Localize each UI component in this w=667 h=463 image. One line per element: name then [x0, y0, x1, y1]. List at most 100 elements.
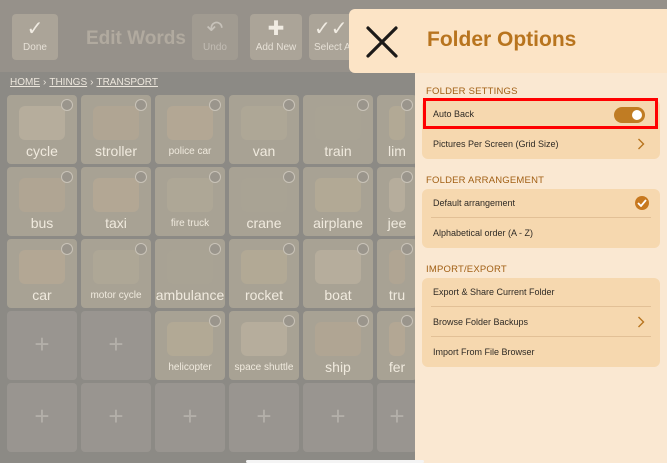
word-cell[interactable]: space shuttle — [229, 311, 299, 380]
import-file-browser-row[interactable]: Import From File Browser — [422, 338, 660, 367]
word-cell[interactable]: jee — [377, 167, 417, 236]
plus-icon: ✚ — [267, 18, 285, 40]
word-cell[interactable]: airplane — [303, 167, 373, 236]
select-radio[interactable] — [135, 243, 147, 255]
word-cell[interactable]: rocket — [229, 239, 299, 308]
word-label: car — [32, 287, 52, 303]
select-radio[interactable] — [209, 243, 221, 255]
plus-icon: + — [330, 401, 346, 431]
word-cell[interactable]: tru — [377, 239, 417, 308]
select-radio[interactable] — [209, 171, 221, 183]
word-cell[interactable]: helicopter — [155, 311, 225, 380]
export-share-row[interactable]: Export & Share Current Folder — [422, 278, 660, 307]
word-cell[interactable]: ambulance — [155, 239, 225, 308]
word-label: cycle — [26, 143, 58, 159]
word-picture — [19, 250, 65, 284]
browse-backups-label: Browse Folder Backups — [433, 317, 529, 327]
pictures-per-screen-row[interactable]: Pictures Per Screen (Grid Size) — [422, 130, 660, 159]
empty-cell[interactable]: + — [81, 383, 151, 452]
word-cell[interactable]: cycle — [7, 95, 77, 164]
empty-cell[interactable]: + — [155, 383, 225, 452]
word-cell[interactable]: car — [7, 239, 77, 308]
default-arrangement-row[interactable]: Default arrangement — [422, 189, 660, 218]
select-radio[interactable] — [283, 99, 295, 111]
select-radio[interactable] — [283, 171, 295, 183]
select-radio[interactable] — [283, 243, 295, 255]
word-cell[interactable]: train — [303, 95, 373, 164]
word-label: fer — [388, 359, 406, 375]
word-picture — [241, 178, 287, 212]
word-label: ship — [325, 359, 351, 375]
word-cell[interactable]: crane — [229, 167, 299, 236]
alphabetical-order-label: Alphabetical order (A - Z) — [433, 228, 534, 238]
word-cell[interactable]: bus — [7, 167, 77, 236]
empty-cell[interactable]: + — [7, 383, 77, 452]
word-cell[interactable]: police car — [155, 95, 225, 164]
select-radio[interactable] — [61, 99, 73, 111]
select-radio[interactable] — [357, 315, 369, 327]
browse-backups-row[interactable]: Browse Folder Backups — [422, 308, 660, 337]
word-cell[interactable]: fire truck — [155, 167, 225, 236]
select-radio[interactable] — [209, 99, 221, 111]
select-radio[interactable] — [283, 315, 295, 327]
select-radio[interactable] — [135, 171, 147, 183]
add-new-button[interactable]: ✚ Add New — [250, 14, 302, 60]
select-radio[interactable] — [401, 99, 413, 111]
word-label: tru — [388, 287, 406, 303]
word-picture — [241, 250, 287, 284]
select-radio[interactable] — [61, 171, 73, 183]
breadcrumb-home[interactable]: HOME — [10, 77, 40, 88]
word-label: police car — [168, 146, 212, 157]
word-cell[interactable]: stroller — [81, 95, 151, 164]
select-radio[interactable] — [401, 315, 413, 327]
word-label: taxi — [105, 215, 127, 231]
select-radio[interactable] — [357, 99, 369, 111]
empty-cell[interactable]: + — [81, 311, 151, 380]
select-radio[interactable] — [61, 243, 73, 255]
word-cell[interactable]: ship — [303, 311, 373, 380]
select-radio[interactable] — [357, 243, 369, 255]
word-cell[interactable]: taxi — [81, 167, 151, 236]
word-label: rocket — [244, 287, 284, 303]
check-circle-icon — [635, 196, 649, 210]
folder-options-header: Folder Options — [349, 9, 667, 73]
select-radio[interactable] — [209, 315, 221, 327]
empty-cell[interactable]: + — [7, 311, 77, 380]
word-label: airplane — [313, 215, 363, 231]
word-picture — [389, 178, 405, 212]
pictures-per-screen-label: Pictures Per Screen (Grid Size) — [433, 139, 559, 149]
done-button[interactable]: ✓ Done — [12, 14, 58, 60]
plus-icon: + — [256, 401, 272, 431]
empty-cell[interactable]: + — [303, 383, 373, 452]
undo-button[interactable]: ↶ Undo — [192, 14, 238, 60]
select-radio[interactable] — [401, 243, 413, 255]
word-cell[interactable]: boat — [303, 239, 373, 308]
word-label: train — [324, 143, 352, 159]
word-cell[interactable]: motor cycle — [81, 239, 151, 308]
select-radio[interactable] — [401, 171, 413, 183]
word-label: motor cycle — [90, 290, 142, 301]
word-cell[interactable]: van — [229, 95, 299, 164]
import-file-browser-label: Import From File Browser — [433, 347, 535, 357]
select-radio[interactable] — [357, 171, 369, 183]
word-cell[interactable]: lim — [377, 95, 417, 164]
import-export-group: Export & Share Current Folder Browse Fol… — [422, 278, 660, 367]
select-radio[interactable] — [135, 99, 147, 111]
word-picture — [93, 250, 139, 284]
alphabetical-order-row[interactable]: Alphabetical order (A - Z) — [422, 219, 660, 248]
word-label: bus — [30, 215, 54, 231]
breadcrumb-things[interactable]: THINGS — [49, 77, 87, 88]
word-label: space shuttle — [234, 362, 294, 373]
close-button[interactable] — [359, 19, 405, 65]
default-arrangement-label: Default arrangement — [433, 198, 516, 208]
word-picture — [241, 322, 287, 356]
plus-icon: + — [108, 401, 124, 431]
chevron-right-icon — [638, 316, 645, 328]
word-picture — [93, 106, 139, 140]
empty-cell[interactable]: + — [229, 383, 299, 452]
breadcrumb-transport[interactable]: TRANSPORT — [96, 77, 158, 88]
empty-cell[interactable]: + — [377, 383, 417, 452]
word-picture — [93, 178, 139, 212]
export-share-label: Export & Share Current Folder — [433, 287, 555, 297]
word-cell[interactable]: fer — [377, 311, 417, 380]
